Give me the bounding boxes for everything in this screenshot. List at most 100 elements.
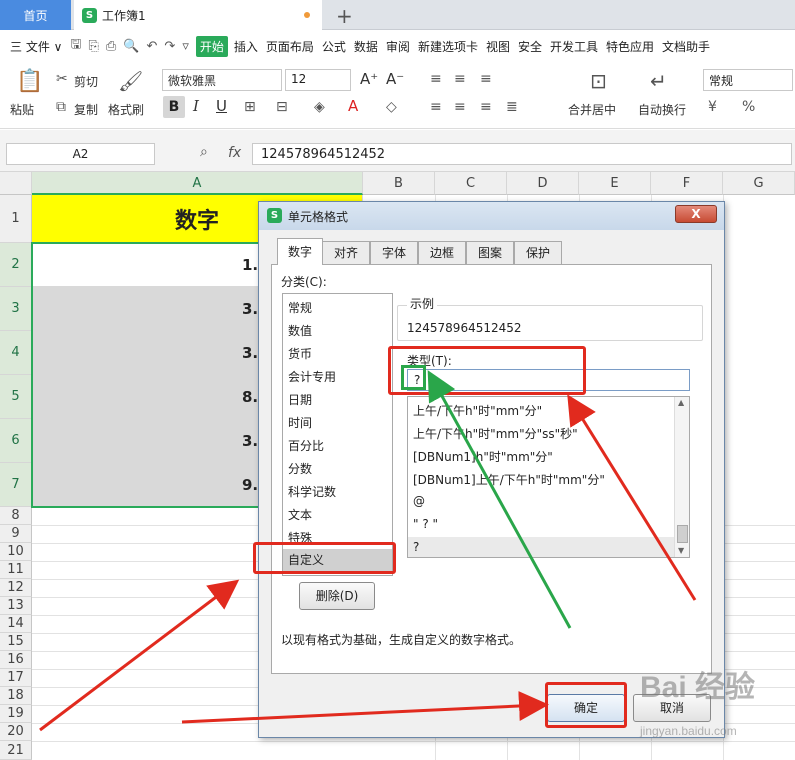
menu-security[interactable]: 安全 xyxy=(518,38,542,55)
list-item[interactable]: 上午/下午h"时"mm"分" xyxy=(413,402,542,419)
menu-view[interactable]: 视图 xyxy=(486,38,510,55)
col-header-c[interactable]: C xyxy=(435,172,507,195)
col-header-a[interactable]: A xyxy=(32,172,363,195)
row-header[interactable]: 15 xyxy=(0,633,32,651)
scissors-icon[interactable]: ✂ xyxy=(56,71,68,87)
font-color-icon[interactable]: A xyxy=(348,97,358,115)
align-bottom-icon[interactable]: ≡ xyxy=(480,71,492,87)
row-header[interactable]: 21 xyxy=(0,741,32,760)
category-list[interactable]: 常规 数值 货币 会计专用 日期 时间 百分比 分数 科学记数 文本 特殊 自定… xyxy=(282,293,393,576)
cell-style-icon[interactable]: ⊟ xyxy=(276,99,288,115)
row-header[interactable]: 13 xyxy=(0,597,32,615)
menu-start[interactable]: 开始 xyxy=(195,35,228,57)
justify-icon[interactable]: ≣ xyxy=(506,99,518,115)
font-size-select[interactable]: 12 xyxy=(285,69,351,91)
list-item[interactable]: 百分比 xyxy=(288,437,324,454)
fill-color-icon[interactable]: ◈ xyxy=(314,99,325,115)
tab-protection[interactable]: 保护 xyxy=(514,241,562,264)
row-header[interactable]: 12 xyxy=(0,579,32,597)
align-left-icon[interactable]: ≡ xyxy=(430,99,442,115)
scroll-up-icon[interactable]: ▲ xyxy=(678,398,684,407)
align-center-icon[interactable]: ≡ xyxy=(454,99,466,115)
type-list-scrollbar[interactable]: ▲ ▼ xyxy=(674,397,689,557)
percent-icon[interactable]: % xyxy=(742,99,755,115)
border-icon[interactable]: ⊞ xyxy=(244,99,256,115)
eraser-icon[interactable]: ◇ xyxy=(386,99,397,115)
close-button[interactable]: X xyxy=(675,205,717,223)
list-item[interactable]: 货币 xyxy=(288,345,312,362)
align-right-icon[interactable]: ≡ xyxy=(480,99,492,115)
tab-workbook[interactable]: S 工作簿1 xyxy=(74,0,322,30)
row-header[interactable]: 10 xyxy=(0,543,32,561)
row-header[interactable]: 20 xyxy=(0,723,32,741)
export-icon[interactable]: ⎘ xyxy=(89,39,99,54)
copy-icon[interactable]: ⧉ xyxy=(56,99,66,115)
dialog-title-bar[interactable]: S 单元格格式 X xyxy=(259,202,724,230)
list-item[interactable]: 分数 xyxy=(288,460,312,477)
col-header-b[interactable]: B xyxy=(363,172,435,195)
row-header[interactable]: 3 xyxy=(0,287,32,331)
scroll-down-icon[interactable]: ▼ xyxy=(678,546,684,555)
zoom-icon[interactable]: ⌕ xyxy=(200,144,208,160)
list-item[interactable]: 数值 xyxy=(288,322,312,339)
delete-button[interactable]: 删除(D) xyxy=(299,582,375,610)
menu-data[interactable]: 数据 xyxy=(354,38,378,55)
row-header[interactable]: 11 xyxy=(0,561,32,579)
row-header[interactable]: 9 xyxy=(0,525,32,543)
underline-button[interactable]: U xyxy=(216,97,227,115)
tab-home[interactable]: 首页 xyxy=(0,0,71,30)
currency-icon[interactable]: ¥ xyxy=(708,99,717,115)
menu-page-layout[interactable]: 页面布局 xyxy=(266,38,314,55)
row-header[interactable]: 2 xyxy=(0,243,32,287)
list-item[interactable]: 日期 xyxy=(288,391,312,408)
wrap-text-button[interactable]: 自动换行 xyxy=(638,101,686,118)
list-item[interactable]: @ xyxy=(413,494,425,508)
copy-button[interactable]: 复制 xyxy=(74,101,98,118)
row-header[interactable]: 8 xyxy=(0,507,32,525)
row-header[interactable]: 1 xyxy=(0,195,32,243)
menu-new-tab[interactable]: 新建选项卡 xyxy=(418,38,478,55)
grow-font-button[interactable]: A⁺ xyxy=(360,70,378,88)
row-header[interactable]: 4 xyxy=(0,331,32,375)
row-header[interactable]: 7 xyxy=(0,463,32,507)
tab-border[interactable]: 边框 xyxy=(418,241,466,264)
list-item[interactable]: 会计专用 xyxy=(288,368,336,385)
menu-review[interactable]: 审阅 xyxy=(386,38,410,55)
col-header-g[interactable]: G xyxy=(723,172,795,195)
tab-alignment[interactable]: 对齐 xyxy=(322,241,370,264)
list-item[interactable]: [DBNum1]上午/下午h"时"mm"分" xyxy=(413,471,605,488)
redo-icon[interactable]: ↷ xyxy=(164,39,175,54)
save-icon[interactable]: 🖫 xyxy=(70,35,81,57)
brush-icon[interactable]: 🖌 xyxy=(118,69,143,93)
merge-icon[interactable]: ⊡ xyxy=(590,69,607,93)
col-header-f[interactable]: F xyxy=(651,172,723,195)
row-header[interactable]: 6 xyxy=(0,419,32,463)
type-item-selected[interactable]: ? xyxy=(408,537,674,557)
merge-center-button[interactable]: 合并居中 xyxy=(568,101,616,118)
align-top-icon[interactable]: ≡ xyxy=(430,71,442,87)
list-item[interactable]: [DBNum1]h"时"mm"分" xyxy=(413,448,553,465)
wrap-icon[interactable]: ↵ xyxy=(650,69,667,93)
shrink-font-button[interactable]: A⁻ xyxy=(386,70,404,88)
menu-developer[interactable]: 开发工具 xyxy=(550,38,598,55)
list-item[interactable]: 科学记数 xyxy=(288,483,336,500)
font-name-select[interactable]: 微软雅黑 xyxy=(162,69,282,91)
tab-pattern[interactable]: 图案 xyxy=(466,241,514,264)
tab-number[interactable]: 数字 xyxy=(277,238,323,265)
new-tab-button[interactable]: + xyxy=(336,4,353,28)
fx-icon[interactable]: fx xyxy=(228,145,241,161)
cut-button[interactable]: 剪切 xyxy=(74,73,98,90)
list-item[interactable]: 常规 xyxy=(288,299,312,316)
customize-icon[interactable]: ▿ xyxy=(182,39,189,54)
row-header[interactable]: 17 xyxy=(0,669,32,687)
number-format-select[interactable]: 常规 xyxy=(703,69,793,91)
menu-insert[interactable]: 插入 xyxy=(234,38,258,55)
italic-button[interactable]: I xyxy=(193,97,199,115)
list-item[interactable]: 时间 xyxy=(288,414,312,431)
list-item[interactable]: 上午/下午h"时"mm"分"ss"秒" xyxy=(413,425,578,442)
menu-doc-assistant[interactable]: 文档助手 xyxy=(662,38,710,55)
col-header-d[interactable]: D xyxy=(507,172,579,195)
tab-font[interactable]: 字体 xyxy=(370,241,418,264)
menu-formula[interactable]: 公式 xyxy=(322,38,346,55)
list-item[interactable]: " ? " xyxy=(413,517,438,531)
